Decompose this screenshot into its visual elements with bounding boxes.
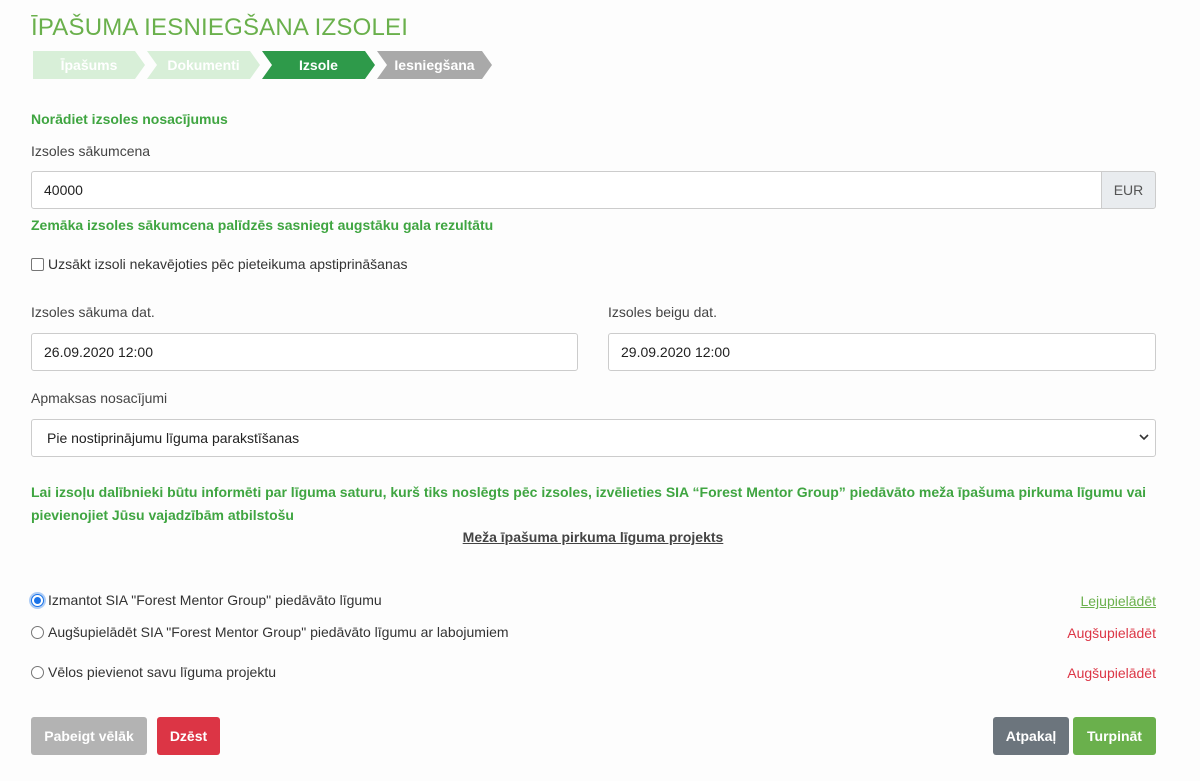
radio-button[interactable]: [31, 625, 44, 639]
immediate-start-checkbox[interactable]: [31, 257, 44, 271]
start-price-label: Izsoles sākumcena: [31, 143, 151, 159]
progress-stepper: Īpašums Dokumenti Izsole Iesniegšana: [33, 51, 494, 79]
start-date-input[interactable]: 26.09.2020 12:00: [31, 333, 578, 371]
radio-button[interactable]: [31, 665, 44, 679]
price-hint: Zemāka izsoles sākumcena palīdzēs sasnie…: [31, 217, 494, 233]
download-link[interactable]: Lejupielādēt: [1080, 593, 1156, 609]
step-ipasums[interactable]: Īpašums: [33, 51, 145, 79]
contract-option-default[interactable]: Izmantot SIA "Forest Mentor Group" piedā…: [31, 592, 382, 608]
step-dokumenti[interactable]: Dokumenti: [147, 51, 260, 79]
chevron-down-icon: [1139, 434, 1149, 441]
step-izsole[interactable]: Izsole: [262, 51, 375, 79]
upload-link-own[interactable]: Augšupielādēt: [1067, 665, 1156, 681]
payment-selected-value: Pie nostiprinājumu līguma parakstīšanas: [47, 430, 300, 446]
back-button[interactable]: Atpakaļ: [993, 717, 1069, 755]
contract-option-label: Augšupielādēt SIA "Forest Mentor Group" …: [48, 624, 509, 640]
end-date-input[interactable]: 29.09.2020 12:00: [608, 333, 1156, 371]
page-title: ĪPAŠUMA IESNIEGŠANA IZSOLEI: [31, 14, 409, 41]
delete-button[interactable]: Dzēst: [157, 717, 220, 755]
step-label: Īpašums: [60, 57, 118, 73]
end-date-label: Izsoles beigu dat.: [608, 304, 717, 320]
contract-option-modified[interactable]: Augšupielādēt SIA "Forest Mentor Group" …: [31, 624, 509, 640]
contract-option-label: Vēlos pievienot savu līguma projektu: [48, 664, 277, 680]
step-label: Dokumenti: [167, 57, 240, 73]
continue-button[interactable]: Turpināt: [1073, 717, 1156, 755]
section-heading: Norādiet izsoles nosacījumus: [31, 111, 228, 127]
immediate-start-label: Uzsākt izsoli nekavējoties pēc pieteikum…: [48, 256, 408, 272]
finish-later-button[interactable]: Pabeigt vēlāk: [31, 717, 147, 755]
payment-select[interactable]: Pie nostiprinājumu līguma parakstīšanas: [31, 419, 1156, 457]
contract-info-text: Lai izsoļu dalībnieki būtu informēti par…: [31, 484, 1147, 523]
upload-link-modified[interactable]: Augšupielādēt: [1067, 625, 1156, 641]
contract-option-label: Izmantot SIA "Forest Mentor Group" piedā…: [48, 592, 382, 608]
radio-button[interactable]: [31, 593, 44, 607]
currency-addon: EUR: [1101, 171, 1156, 209]
step-label: Iesniegšana: [394, 57, 475, 73]
payment-label: Apmaksas nosacījumi: [31, 390, 168, 406]
contract-draft-link[interactable]: Meža īpašuma pirkuma līguma projekts: [0, 529, 1186, 545]
immediate-start-row[interactable]: Uzsākt izsoli nekavējoties pēc pieteikum…: [31, 256, 408, 272]
step-label: Izsole: [299, 57, 338, 73]
step-iesniegsana[interactable]: Iesniegšana: [377, 51, 492, 79]
contract-option-own[interactable]: Vēlos pievienot savu līguma projektu: [31, 664, 276, 680]
start-price-input[interactable]: 40000: [31, 171, 1102, 209]
start-date-label: Izsoles sākuma dat.: [31, 304, 155, 320]
